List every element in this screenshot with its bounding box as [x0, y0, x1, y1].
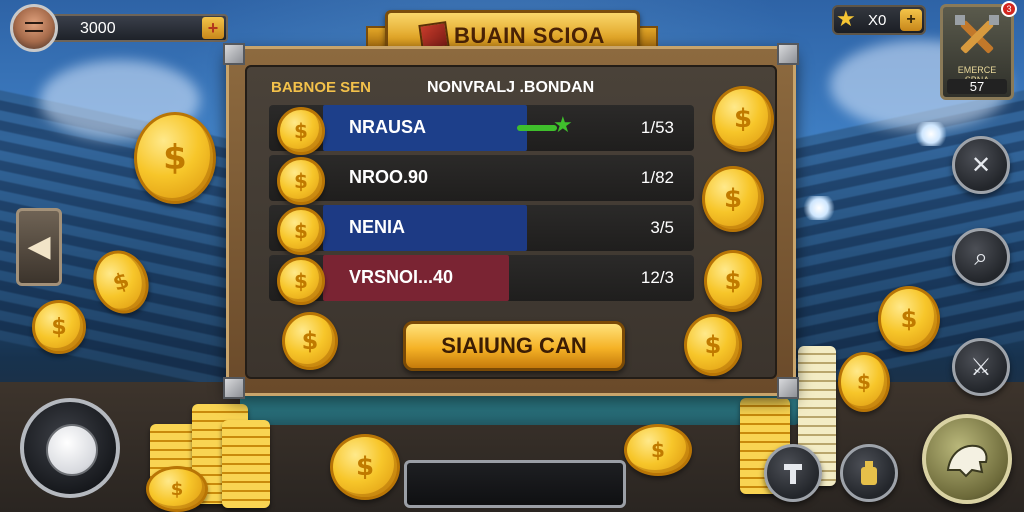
tools-value: 57 — [947, 79, 1007, 94]
search-icon: ⌕ — [974, 243, 988, 271]
coin-icon: $ — [277, 207, 325, 255]
leaderboard-row[interactable]: $ NENIA 3/5 — [269, 205, 694, 255]
coin-icon: $ — [146, 466, 208, 512]
leaderboard-row[interactable]: $ VRSNOI...40 12/3 — [269, 255, 694, 305]
avatar[interactable] — [10, 4, 58, 52]
coin-icon: $ — [277, 157, 325, 205]
potion-icon — [861, 461, 877, 485]
star-icon: ★ — [836, 7, 856, 32]
panel-corner — [223, 43, 245, 65]
hammer-icon — [784, 464, 802, 484]
tools-card[interactable]: EMERCE SBNA 57 3 — [940, 1, 1017, 100]
game-scene: $ $ $ $ $ $ $ $ 3000 + BUAIN SCIOA ★ X0 … — [0, 0, 1024, 512]
row-score: 1/53 — [640, 118, 674, 137]
coin-icon: $ — [330, 434, 400, 500]
stars-counter: ★ X0 + — [832, 5, 926, 35]
coin-stack — [222, 420, 270, 508]
claim-button[interactable]: SIAIUNG CAN — [403, 321, 625, 371]
stadium-light — [912, 122, 950, 146]
coin-icon: $ — [684, 314, 742, 376]
row-name: VRSNOI...40 — [349, 267, 454, 287]
stadium-light — [800, 196, 838, 220]
coin-icon: $ — [838, 352, 890, 412]
column-header-center: NONVRALJ .BONDAN — [427, 79, 595, 96]
sword-icon: ⚔ — [970, 353, 992, 381]
coin-icon: $ — [712, 86, 774, 152]
leaderboard-row[interactable]: $ NROO.90 1/82 — [269, 155, 694, 205]
row-name: NENIA — [349, 217, 406, 237]
currency-bar: 3000 + — [10, 4, 228, 52]
coin-icon: $ — [277, 107, 325, 155]
joystick-knob[interactable] — [46, 424, 98, 476]
coin-icon: $ — [282, 312, 338, 370]
hammer-button[interactable] — [764, 444, 822, 502]
coin-icon: $ — [134, 112, 216, 204]
coin-icon: $ — [624, 424, 692, 476]
panel-corner — [223, 377, 245, 399]
potion-button[interactable] — [840, 444, 898, 502]
row-score: 3/5 — [650, 218, 674, 237]
row-score: 1/82 — [640, 168, 674, 187]
column-header-left: BABNOE SEN — [271, 79, 372, 96]
currency-value: 3000 — [80, 20, 116, 37]
panel-corner — [777, 377, 799, 399]
coin-icon: $ — [32, 300, 86, 354]
attack-button[interactable]: ⚔ — [952, 338, 1010, 396]
notification-badge: 3 — [1001, 1, 1017, 17]
beast-icon — [946, 444, 988, 478]
crossed-tools-icon — [955, 15, 999, 54]
close-icon: ✕ — [970, 151, 992, 179]
coin-icon: $ — [878, 286, 940, 352]
stars-value: X0 — [868, 12, 887, 29]
leaderboard-row[interactable]: $ NRAUSA ★ 1/53 — [269, 105, 694, 155]
row-name: NROO.90 — [349, 167, 429, 187]
coin-icon: $ — [702, 166, 764, 232]
add-currency-button[interactable]: + — [202, 17, 224, 39]
row-score: 12/3 — [640, 268, 674, 287]
item-slot[interactable] — [404, 460, 626, 508]
coin-icon: $ — [277, 257, 325, 305]
virtual-joystick[interactable] — [20, 398, 120, 498]
row-progress-bar — [517, 125, 557, 131]
row-name: NRAUSA — [349, 117, 427, 137]
previous-arrow-button[interactable]: ◀ — [16, 208, 62, 286]
special-ability-button[interactable] — [922, 414, 1012, 504]
close-button[interactable]: ✕ — [952, 136, 1010, 194]
add-stars-button[interactable]: + — [900, 9, 922, 31]
coin-icon: $ — [704, 250, 762, 312]
currency-pill: 3000 + — [48, 14, 228, 42]
avatar-face — [25, 22, 43, 32]
panel-corner — [777, 43, 799, 65]
search-button[interactable]: ⌕ — [952, 228, 1010, 286]
progress-star-icon: ★ — [553, 113, 573, 138]
